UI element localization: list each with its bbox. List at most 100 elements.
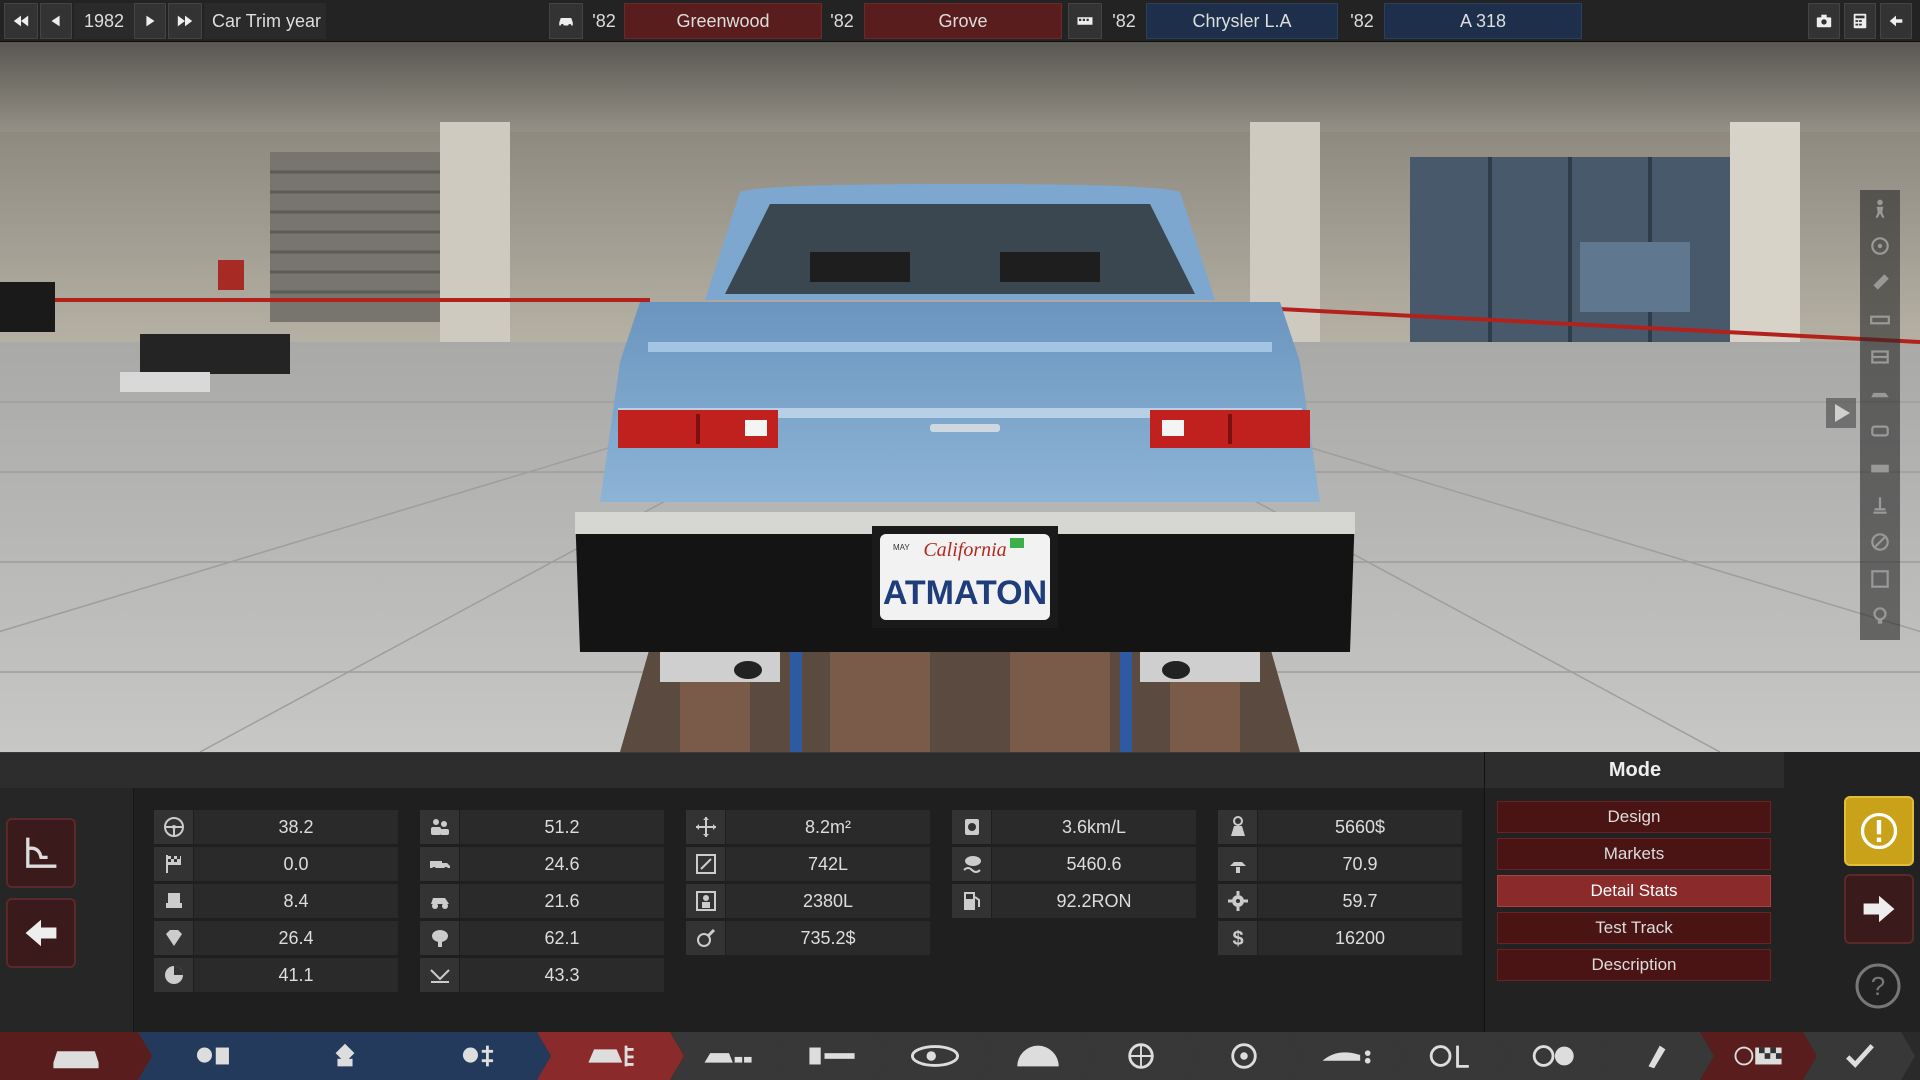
stat-cell[interactable]: 5660$: [1218, 810, 1462, 844]
tab-brakes[interactable]: [1185, 1032, 1302, 1080]
svg-text:?: ?: [1871, 971, 1885, 1001]
screenshot-button[interactable]: [1808, 3, 1840, 39]
stat-cell[interactable]: 0.0: [154, 847, 398, 881]
stat-cell[interactable]: 43.3: [420, 958, 664, 992]
help-button[interactable]: ?: [1854, 962, 1902, 1010]
mode-test-track-button[interactable]: Test Track: [1497, 912, 1771, 944]
stat-cell[interactable]: 3.6km/L: [952, 810, 1196, 844]
tab-wheels[interactable]: [1082, 1032, 1199, 1080]
car-model-icon-button[interactable]: [549, 3, 583, 39]
paint-view-button[interactable]: [1860, 264, 1900, 301]
chassis-icon: [1008, 1040, 1068, 1072]
interior-view-button[interactable]: [1860, 412, 1900, 449]
engine-variant-field[interactable]: A 318: [1384, 3, 1582, 39]
plate-state: California: [923, 539, 1006, 561]
tab-body[interactable]: [670, 1032, 787, 1080]
stat-cell[interactable]: 8.2m²: [686, 810, 930, 844]
tab-car-model[interactable]: [0, 1032, 152, 1080]
year-label: Car Trim year: [204, 3, 326, 39]
interior-icon: [1420, 1040, 1480, 1072]
stat-value: 735.2$: [800, 927, 856, 948]
stat-cell[interactable]: 38.2: [154, 810, 398, 844]
prev-year-button[interactable]: [40, 3, 72, 39]
axis-graph-icon: [26, 837, 57, 868]
next-step-button[interactable]: [1844, 874, 1914, 944]
frame-view-button[interactable]: [1860, 560, 1900, 597]
panel-view-button[interactable]: [1860, 338, 1900, 375]
tab-paint[interactable]: [1597, 1032, 1714, 1080]
mode-markets-button[interactable]: Markets: [1497, 838, 1771, 870]
trim-name-field[interactable]: Grove: [864, 3, 1062, 39]
lightbulb-icon: [1873, 606, 1887, 624]
tab-safety[interactable]: [1494, 1032, 1611, 1080]
tab-trim-design[interactable]: [537, 1032, 684, 1080]
first-year-button[interactable]: [4, 3, 38, 39]
move-arrows-icon: [686, 810, 726, 844]
wheels-icon: [1111, 1040, 1171, 1072]
tab-chassis[interactable]: [979, 1032, 1096, 1080]
car-viewport[interactable]: California MAY ATMATON: [0, 42, 1920, 752]
stat-cell[interactable]: $16200: [1218, 921, 1462, 955]
back-button[interactable]: [1880, 3, 1912, 39]
stat-value: 0.0: [283, 853, 309, 874]
engine-family-button[interactable]: [1068, 3, 1102, 39]
trim-year: '82: [830, 10, 854, 31]
back-arrow-icon: [1889, 15, 1903, 27]
offroad-car-icon: [420, 884, 460, 918]
stat-cell[interactable]: 51.2: [420, 810, 664, 844]
model-year: '82: [592, 10, 616, 31]
no-background-button[interactable]: [1860, 523, 1900, 560]
lift-view-button[interactable]: [1860, 486, 1900, 523]
stat-cell[interactable]: 92.2RON: [952, 884, 1196, 918]
stat-cell[interactable]: 70.9: [1218, 847, 1462, 881]
view-toolbar: [1860, 190, 1900, 640]
stat-cell[interactable]: 5460.6: [952, 847, 1196, 881]
tab-suspension[interactable]: [773, 1032, 890, 1080]
stat-value: 26.4: [278, 927, 314, 948]
stat-cell[interactable]: 742L: [686, 847, 930, 881]
top-bar: 1982 Car Trim year '82 Greenwood '82 Gro…: [0, 0, 1920, 42]
last-year-button[interactable]: [168, 3, 202, 39]
passengers-icon: [420, 810, 460, 844]
tab-interior[interactable]: [1391, 1032, 1508, 1080]
stat-cell[interactable]: 735.2$: [686, 921, 930, 955]
tab-engine-design[interactable]: [271, 1032, 418, 1080]
reliability-icon: [420, 958, 460, 992]
tab-finish[interactable]: [1803, 1032, 1915, 1080]
left-actions: [0, 788, 134, 1032]
stat-cell[interactable]: 2380L: [686, 884, 930, 918]
calculator-button[interactable]: [1844, 3, 1876, 39]
mode-design-button[interactable]: Design: [1497, 801, 1771, 833]
warnings-button[interactable]: [1844, 796, 1914, 866]
tab-aero[interactable]: [1288, 1032, 1405, 1080]
chassis-view-button[interactable]: [1860, 301, 1900, 338]
mode-detail-stats-button[interactable]: Detail Stats: [1497, 875, 1771, 907]
play-icon: [146, 15, 155, 27]
tab-engine-family[interactable]: [138, 1032, 285, 1080]
engine-family-field[interactable]: Chrysler L.A: [1146, 3, 1338, 39]
model-name-field[interactable]: Greenwood: [624, 3, 822, 39]
engine-view-button[interactable]: [1860, 449, 1900, 486]
stat-cell[interactable]: 21.6: [420, 884, 664, 918]
stat-cell[interactable]: 8.4: [154, 884, 398, 918]
body-view-button[interactable]: [1860, 375, 1900, 412]
stat-cell[interactable]: 41.1: [154, 958, 398, 992]
lights-toggle-button[interactable]: [1860, 597, 1900, 634]
stat-value: 21.6: [544, 890, 580, 911]
stat-cell[interactable]: 26.4: [154, 921, 398, 955]
engineering-icon: [1218, 847, 1258, 881]
tab-testing[interactable]: [1700, 1032, 1817, 1080]
tab-engine-tuning[interactable]: [404, 1032, 551, 1080]
stat-cell[interactable]: 62.1: [420, 921, 664, 955]
graph-button[interactable]: [6, 818, 76, 888]
previous-step-button[interactable]: [6, 898, 76, 968]
svg-text:$: $: [1232, 928, 1243, 950]
brush-icon: [1873, 273, 1889, 290]
driver-view-button[interactable]: [1860, 190, 1900, 227]
mode-description-button[interactable]: Description: [1497, 949, 1771, 981]
next-year-button[interactable]: [134, 3, 166, 39]
stat-cell[interactable]: 24.6: [420, 847, 664, 881]
tab-drivetrain[interactable]: [876, 1032, 993, 1080]
wheel-view-button[interactable]: [1860, 227, 1900, 264]
stat-cell[interactable]: 59.7: [1218, 884, 1462, 918]
